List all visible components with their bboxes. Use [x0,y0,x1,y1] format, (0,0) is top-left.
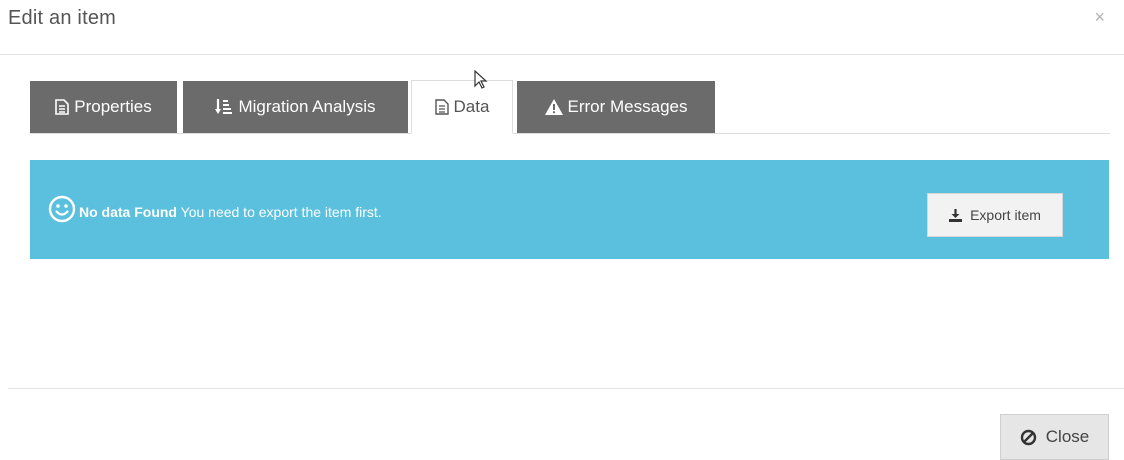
download-icon [949,208,963,222]
alert-message: No data Found You need to export the ite… [79,204,382,220]
mouse-cursor-icon [474,69,488,90]
alert-body: You need to export the item first. [177,204,382,220]
modal-header: Edit an item × [0,0,1124,55]
smiley-icon [48,195,76,223]
tab-label: Error Messages [567,97,688,116]
tab-error-messages[interactable]: Error Messages [517,81,715,133]
close-button[interactable]: Close [1000,414,1109,460]
tab-bar: Properties Migration Analysis Data Error… [30,80,1110,134]
tab-label: Properties [74,97,152,116]
footer-divider [8,388,1124,389]
close-button-label: Close [1045,427,1090,446]
ban-icon [1020,429,1037,446]
warning-icon [544,99,563,115]
tab-properties[interactable]: Properties [30,81,177,133]
export-button-label: Export item [970,207,1041,223]
tab-label: Migration Analysis [238,97,376,116]
document-icon [434,99,449,115]
tab-data[interactable]: Data [411,80,513,134]
tab-label: Data [453,97,490,116]
document-icon [55,99,70,115]
tab-migration-analysis[interactable]: Migration Analysis [183,81,408,133]
alert-strong: No data Found [79,204,177,220]
close-icon[interactable]: × [1094,7,1105,27]
export-item-button[interactable]: Export item [927,193,1063,237]
sort-icon [215,98,233,116]
info-alert: No data Found You need to export the ite… [30,160,1109,259]
modal-title: Edit an item [8,7,117,29]
